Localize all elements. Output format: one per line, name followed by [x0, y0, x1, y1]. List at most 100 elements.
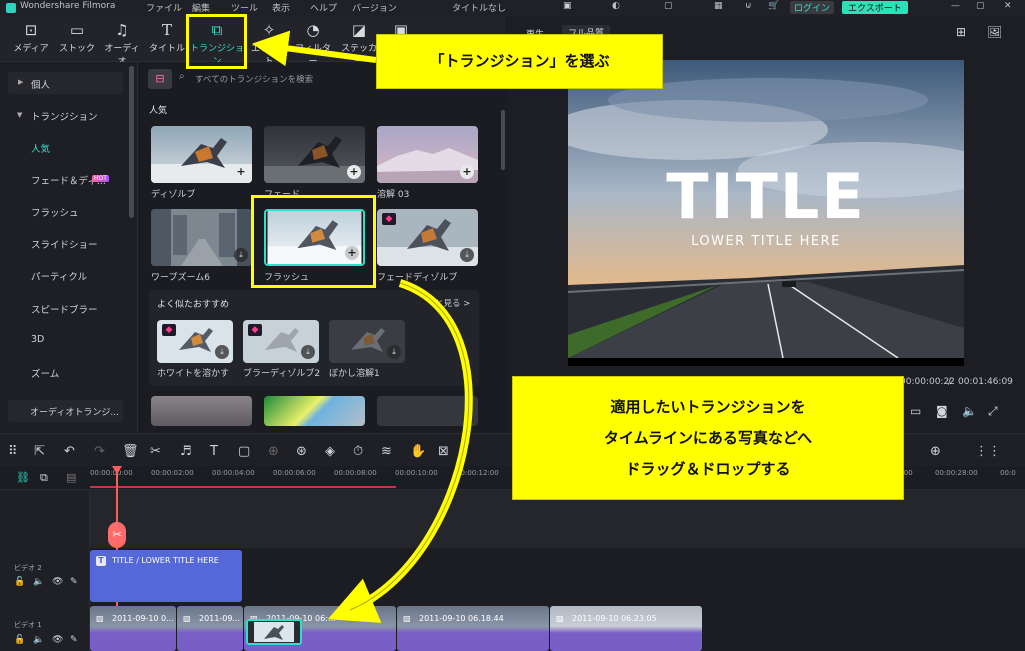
sidebar-item-flash[interactable]: フラッシュ: [31, 205, 79, 219]
text-icon[interactable]: T: [210, 444, 218, 459]
select-arrow-icon[interactable]: ⇱: [34, 444, 45, 459]
fullscreen-icon[interactable]: ⤢: [988, 404, 998, 419]
sidebar-item-slideshow[interactable]: スライドショー: [31, 237, 98, 251]
add-icon[interactable]: +: [460, 165, 474, 179]
add-icon[interactable]: +: [347, 165, 361, 179]
menu-edit[interactable]: 編集: [192, 1, 210, 14]
video-clip[interactable]: ▨ 2011-09-10 06.18.44: [397, 606, 549, 651]
see-more-link[interactable]: と見る >: [435, 297, 470, 309]
search-input[interactable]: すべてのトランジションを検索: [195, 73, 313, 85]
tab-title[interactable]: T タイトル: [146, 20, 188, 60]
transition-thumb-fade-dissolve[interactable]: ◆ ⤓: [377, 209, 478, 266]
delete-icon[interactable]: 🗑: [122, 444, 139, 459]
menu-tools[interactable]: ツール: [231, 1, 258, 14]
gift-icon[interactable]: ▣: [563, 1, 572, 11]
cart-sale-icon[interactable]: 🛒: [768, 1, 779, 11]
camera-icon[interactable]: ◙: [936, 404, 948, 418]
title-clip[interactable]: T TITLE / LOWER TITLE HERE: [90, 550, 242, 602]
magnet-icon[interactable]: ⧉: [40, 471, 48, 485]
save-icon[interactable]: ▢: [664, 1, 673, 11]
snapshot-image-icon[interactable]: 🖼: [987, 25, 1002, 39]
tab-effects[interactable]: ✧エフェクト: [248, 20, 290, 67]
menu-file[interactable]: ファイル: [146, 1, 182, 14]
track-visibility-icon[interactable]: 👁: [52, 635, 63, 645]
transition-thumb-partial[interactable]: [151, 396, 252, 426]
transition-thumb-melt03[interactable]: +: [377, 126, 478, 183]
audio-split-icon[interactable]: ♬: [180, 444, 192, 459]
transition-thumb-dissolve[interactable]: +: [151, 126, 252, 183]
tab-filter[interactable]: ◔フィルター: [292, 20, 334, 67]
tab-media[interactable]: ⊡ メディア: [10, 20, 52, 60]
video-clip[interactable]: ▨ 2011-09...: [177, 606, 243, 651]
tab-sticker[interactable]: ◪ステッカー: [338, 20, 380, 67]
tab-stock[interactable]: ▭ ストック: [56, 20, 98, 60]
cart-icon[interactable]: ⊍: [745, 1, 752, 11]
grid-view-icon[interactable]: ⊞: [956, 25, 966, 39]
ai-icon[interactable]: ✋: [410, 444, 426, 459]
maximize-icon[interactable]: ▢: [976, 1, 985, 11]
transition-thumb-partial[interactable]: [264, 396, 365, 426]
layout-icon[interactable]: ⠿: [8, 444, 18, 459]
keyframe-icon[interactable]: ◈: [325, 444, 335, 459]
sidebar-item-zoom[interactable]: ズーム: [31, 366, 59, 380]
sidebar-item-speedblur[interactable]: スピードブラー: [31, 302, 98, 316]
video-clip[interactable]: ▨ 2011-09-10 0...: [90, 606, 176, 651]
link-icon[interactable]: ⛓: [16, 471, 30, 484]
transition-thumb-fade[interactable]: +: [264, 126, 365, 183]
download-icon[interactable]: ⤓: [387, 345, 401, 359]
dragged-transition-thumb[interactable]: [246, 619, 302, 645]
redo-icon[interactable]: ↷: [94, 444, 105, 459]
menu-help[interactable]: ヘルプ: [310, 1, 337, 14]
minimize-icon[interactable]: —: [951, 1, 960, 11]
speed-icon[interactable]: ⏱: [353, 444, 363, 459]
transition-thumb-partial[interactable]: [377, 396, 478, 426]
menu-version[interactable]: バージョン: [352, 1, 397, 14]
sidebar-item-3d[interactable]: 3D: [31, 334, 44, 345]
similar-thumb-blur-dissolve2[interactable]: ◆ ⤓: [243, 320, 319, 363]
display-icon[interactable]: ▭: [910, 404, 921, 418]
sidebar-scrollbar[interactable]: [129, 66, 134, 218]
sidebar-item-personal[interactable]: ▶ 個人: [8, 72, 123, 94]
sidebar-item-popular[interactable]: 人気: [31, 141, 50, 155]
crop-icon[interactable]: ▢: [238, 444, 250, 459]
apps-icon[interactable]: ▦: [714, 1, 723, 11]
close-icon[interactable]: ✕: [1004, 1, 1012, 11]
add-icon[interactable]: +: [234, 165, 248, 179]
download-icon[interactable]: ⤓: [460, 248, 474, 262]
download-icon[interactable]: ⤓: [215, 345, 229, 359]
export-button[interactable]: エクスポート: [842, 1, 908, 14]
track-effect-icon[interactable]: ✎: [70, 577, 78, 587]
undo-icon[interactable]: ↶: [64, 444, 75, 459]
similar-thumb-blur-melt1[interactable]: ⤓: [329, 320, 405, 363]
split-scissors-icon[interactable]: ✂: [108, 522, 126, 548]
cut-icon[interactable]: ✂: [150, 444, 161, 459]
track-effect-icon[interactable]: ✎: [70, 635, 78, 645]
menu-view[interactable]: 表示: [272, 1, 290, 14]
track-lock-icon[interactable]: 🔓: [14, 635, 25, 645]
transition-thumb-warpzoom6[interactable]: ⤓: [151, 209, 252, 266]
grid-scrollbar[interactable]: [501, 110, 505, 170]
more-options-icon[interactable]: ⋮⋮: [975, 444, 1001, 459]
login-button[interactable]: ログイン: [790, 1, 835, 14]
settings-icon[interactable]: ◐: [612, 1, 620, 11]
download-icon[interactable]: ⤓: [234, 248, 248, 262]
sidebar-item-transition[interactable]: トランジション: [31, 109, 98, 123]
track-mute-icon[interactable]: 🔈: [33, 635, 44, 645]
sidebar-item-particle[interactable]: パーティクル: [31, 269, 87, 283]
track-lock-icon[interactable]: 🔓: [14, 577, 25, 587]
favorites-icon[interactable]: ⊟: [148, 69, 172, 89]
tab-audio[interactable]: ♫オーディオ: [101, 20, 143, 67]
track-icon[interactable]: ▤: [66, 471, 76, 484]
download-icon[interactable]: ⤓: [301, 345, 315, 359]
similar-thumb-white-melt[interactable]: ◆ ⤓: [157, 320, 233, 363]
sidebar-item-audio-transition[interactable]: オーディオトランジ...: [8, 400, 123, 422]
mask-icon[interactable]: ⊛: [296, 444, 307, 459]
adjust-icon[interactable]: ≋: [381, 444, 392, 459]
track-visibility-icon[interactable]: 👁: [52, 577, 63, 587]
track-mute-icon[interactable]: 🔈: [33, 577, 44, 587]
subtitle-icon[interactable]: ⊠: [438, 444, 449, 459]
zoom-in-icon[interactable]: ⊕: [930, 444, 941, 459]
color-icon[interactable]: ⊕: [268, 444, 279, 459]
video-clip[interactable]: ▨ 2011-09-10 06.23.05: [550, 606, 702, 651]
volume-icon[interactable]: 🔈: [962, 404, 977, 418]
